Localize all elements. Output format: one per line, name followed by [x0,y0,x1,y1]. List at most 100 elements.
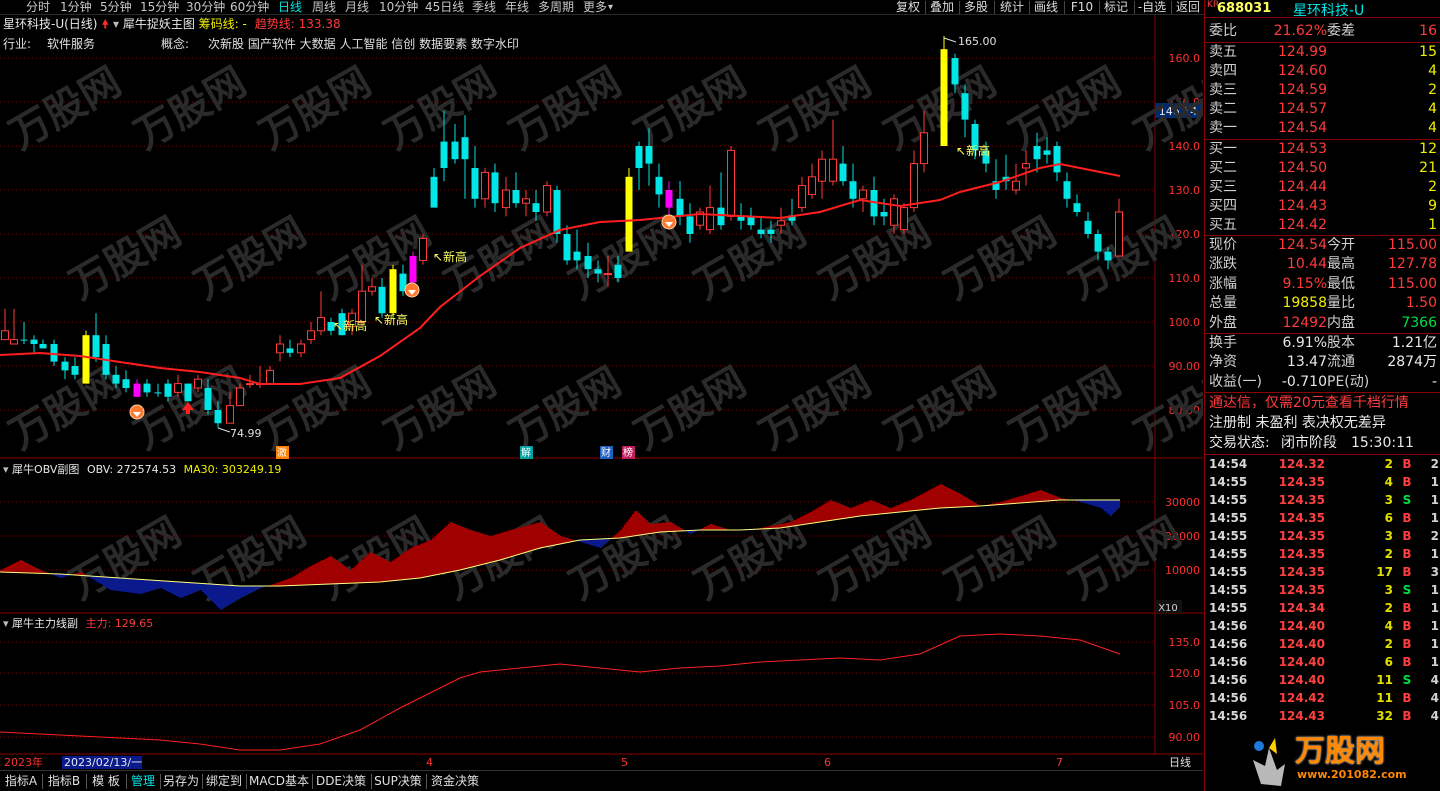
ask-row[interactable]: 卖三 124.59 2 [1205,81,1440,100]
mark-button[interactable]: 标记 [1101,0,1131,15]
period-tab-quarterly[interactable]: 季线 [472,0,496,15]
tab-template[interactable]: 模 板 [88,773,124,790]
tick-row: 14:55 124.35 3 S 1 [1205,491,1440,509]
period-tab-daily[interactable]: 日线 [278,0,302,15]
candle-body [1043,150,1051,155]
candle-body [122,379,130,388]
multi-stock-button[interactable]: 多股 [961,0,991,15]
promo-text[interactable]: 通达信，仅需20元查看千档行情 [1209,394,1409,413]
event-badge-label: 榜 [623,446,633,459]
chevron-down-icon[interactable]: ▾ [608,0,613,15]
obv-fill-bar [120,578,122,592]
tab-indicator-a[interactable]: 指标A [2,773,40,790]
panel-dropdown-icon[interactable]: ▾ [3,617,9,630]
tick-price: 124.40 [1278,637,1325,651]
bid-row[interactable]: 买五 124.42 1 [1205,216,1440,235]
period-tab-1min[interactable]: 1分钟 [60,0,92,15]
event-badge-label: 解 [521,446,531,459]
obv-fill-bar [408,549,410,580]
stat-label: 总量 [1209,295,1237,312]
obv-fill-bar [588,539,590,545]
period-tab-30min[interactable]: 30分钟 [186,0,225,15]
period-tab-5min[interactable]: 5分钟 [100,0,132,15]
obv-fill-bar [412,547,414,579]
obv-fill-bar [664,522,666,532]
indicator-name[interactable]: 犀牛捉妖主图 [123,17,195,31]
candle-body [133,383,141,397]
bid-row[interactable]: 买一 124.53 12 [1205,140,1440,159]
chart-area[interactable]: 160.0 150.0 140.0 130.0 120.0 110.0 100.0 90.00… [0,15,1203,770]
obv-fill-bar [862,503,864,516]
period-tab-multi[interactable]: 多周期 [538,0,574,15]
obv-fill-bar [484,534,486,564]
candle-body [204,388,212,410]
indicator-dropdown-icon[interactable]: ▾ [113,17,119,31]
obv-fill-bar [250,586,252,593]
obv-fill-bar [348,568,350,584]
period-tab-more[interactable]: 更多 [583,0,607,15]
obv-fill-bar [242,586,244,597]
back-button[interactable]: 返回 [1173,0,1203,15]
period-tab-60min[interactable]: 60分钟 [230,0,269,15]
bid-row[interactable]: 买四 124.43 9 [1205,197,1440,216]
overlay-button[interactable]: 叠加 [927,0,957,15]
tab-manage[interactable]: 管理 [128,773,158,790]
obv-fill-bar [1096,500,1098,507]
fuquan-button[interactable]: 复权 [893,0,923,15]
obv-fill-bar [966,497,968,507]
tab-bind-to[interactable]: 绑定到 [204,773,244,790]
ask-row[interactable]: 卖五 124.99 15 [1205,43,1440,62]
mainforce-title[interactable]: 犀牛主力线副 [12,617,78,630]
obv-fill-bar [712,524,714,530]
obv-fill-bar [342,564,344,584]
bid-volume: 12 [1419,141,1437,157]
period-tab-45day[interactable]: 45日线 [425,0,464,15]
period-tab-intraday[interactable]: 分时 [26,0,50,15]
draw-line-button[interactable]: 画线 [1031,0,1061,15]
obv-fill-bar [188,582,190,595]
obv-fill-bar [500,533,502,560]
ask-volume: 4 [1428,120,1437,136]
tab-sup[interactable]: SUP决策 [372,773,424,790]
trade-status-row: 交易状态: 闭市阶段 15:30:11 [1205,434,1440,453]
bid-row[interactable]: 买二 124.50 21 [1205,159,1440,178]
tab-save-as[interactable]: 另存为 [162,773,200,790]
tab-indicator-b[interactable]: 指标B [44,773,84,790]
f10-button[interactable]: F10 [1067,0,1097,15]
period-tab-10min[interactable]: 10分钟 [379,0,418,15]
bid-row[interactable]: 买三 124.44 2 [1205,178,1440,197]
ask-row[interactable]: 卖一 124.54 4 [1205,119,1440,138]
candle-body [430,176,438,208]
obv-fill-bar [406,550,408,580]
tick-row: 14:55 124.35 6 B 1 [1205,509,1440,527]
period-tab-weekly[interactable]: 周线 [312,0,336,15]
obv-fill-bar [1094,500,1096,507]
obv-fill-bar [436,534,438,575]
obv-fill-bar [294,575,296,586]
statistics-button[interactable]: 统计 [997,0,1027,15]
stat-value: 12492 [1282,314,1327,331]
add-favorite-button[interactable]: -自选 [1135,0,1169,15]
panel-dropdown-icon[interactable]: ▾ [3,463,9,476]
period-tab-15min[interactable]: 15分钟 [140,0,179,15]
tab-macd[interactable]: MACD基本 [248,773,310,790]
candle-body [143,383,151,393]
period-tab-yearly[interactable]: 年线 [505,0,529,15]
obv-title[interactable]: 犀牛OBV副图 [12,463,79,476]
period-tab-monthly[interactable]: 月线 [345,0,369,15]
tick-time: 14:56 [1209,709,1248,723]
kline-chart[interactable]: 160.0150.0140.0130.0120.0110.0100.090.00… [0,15,1203,770]
ask-row[interactable]: 卖二 124.57 4 [1205,100,1440,119]
stat-label: 现价 [1209,237,1237,253]
ask-row[interactable]: 卖四 124.60 4 [1205,62,1440,81]
tick-side: B [1402,565,1412,579]
candle-body [940,49,948,147]
tab-funds[interactable]: 资金决策 [428,773,482,790]
status-value: 闭市阶段 [1281,435,1337,451]
stat-row: 外盘 12492 内盘 7366 [1205,314,1440,333]
tab-dde[interactable]: DDE决策 [313,773,369,790]
promo-banner[interactable]: 通达信，仅需20元查看千档行情 [1205,394,1440,413]
obv-fill-bar [128,578,130,593]
price-axis-label: 160.0 [1169,52,1201,65]
bid-volume: 1 [1428,217,1437,233]
